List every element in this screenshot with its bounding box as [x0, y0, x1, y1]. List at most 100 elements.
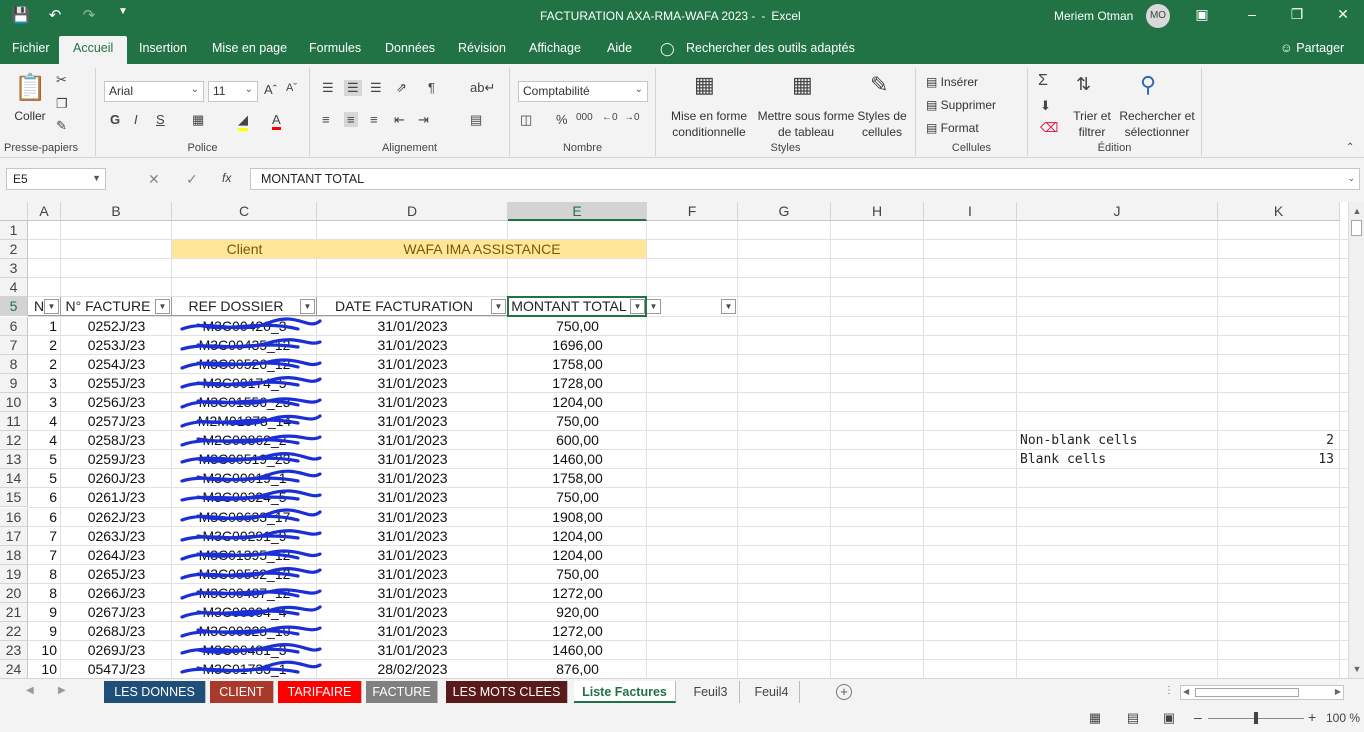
name-box[interactable]: E5 ▼: [6, 168, 106, 190]
collapse-ribbon-icon[interactable]: ⌃: [1346, 142, 1354, 153]
column-header-i[interactable]: I: [924, 202, 1017, 221]
undo-icon[interactable]: ↶: [44, 6, 66, 24]
currency-icon[interactable]: ◫: [520, 112, 532, 128]
cell-montant[interactable]: 750,00: [508, 488, 647, 507]
sheet-tab[interactable]: LES DONNES: [104, 681, 206, 703]
underline-button[interactable]: S: [156, 112, 165, 127]
column-header-a[interactable]: A: [28, 202, 61, 221]
close-icon[interactable]: ✕: [1333, 6, 1353, 23]
cell-n[interactable]: 5: [28, 469, 61, 488]
cell-montant[interactable]: 876,00: [508, 660, 647, 678]
cell-n[interactable]: 7: [28, 527, 61, 546]
stat-value[interactable]: 13: [1218, 450, 1334, 469]
cell-montant[interactable]: 1272,00: [508, 584, 647, 603]
italic-button[interactable]: I: [134, 112, 138, 127]
cell-date[interactable]: 31/01/2023: [317, 603, 508, 622]
cell-n[interactable]: 1: [28, 317, 61, 336]
copy-icon[interactable]: ❐: [56, 96, 68, 112]
row-header-22[interactable]: 22: [0, 622, 28, 641]
font-size-select[interactable]: 11 ⌄: [208, 81, 258, 102]
increase-font-icon[interactable]: Aˆ: [264, 82, 277, 97]
cancel-icon[interactable]: ✕: [148, 171, 160, 188]
cell-date[interactable]: 31/01/2023: [317, 527, 508, 546]
cell-facture[interactable]: 0255J/23: [61, 374, 172, 393]
insert-cells-button[interactable]: ▤ Insérer: [926, 74, 978, 90]
cell-n[interactable]: 8: [28, 584, 61, 603]
bold-button[interactable]: G: [110, 112, 120, 127]
next-sheet-icon[interactable]: ▶: [58, 685, 66, 696]
row-header-4[interactable]: 4: [0, 278, 28, 297]
cell-montant[interactable]: 1758,00: [508, 355, 647, 374]
zoom-out-icon[interactable]: –: [1194, 709, 1202, 725]
page-layout-icon[interactable]: ▤: [1124, 710, 1142, 726]
row-header-19[interactable]: 19: [0, 565, 28, 584]
increase-indent-icon[interactable]: ⇥: [418, 112, 429, 128]
cell-facture[interactable]: 0261J/23: [61, 488, 172, 507]
align-right-icon[interactable]: ≡: [370, 112, 378, 127]
conditional-format-button[interactable]: Mise en forme conditionnelle: [662, 108, 756, 140]
scroll-right-icon[interactable]: ▶: [1335, 687, 1341, 696]
scroll-left-icon[interactable]: ◀: [1183, 687, 1189, 696]
cell-facture[interactable]: 0252J/23: [61, 317, 172, 336]
cell-montant[interactable]: 750,00: [508, 317, 647, 336]
cell-date[interactable]: 31/01/2023: [317, 488, 508, 507]
column-header-h[interactable]: H: [831, 202, 924, 221]
column-header-g[interactable]: G: [738, 202, 831, 221]
cell-montant[interactable]: 1908,00: [508, 508, 647, 527]
cell-date[interactable]: 31/01/2023: [317, 450, 508, 469]
format-cells-button[interactable]: ▤ Format: [926, 120, 979, 136]
font-name-select[interactable]: Arial ⌄: [104, 81, 204, 102]
cell-date[interactable]: 31/01/2023: [317, 355, 508, 374]
cell-montant[interactable]: 1758,00: [508, 469, 647, 488]
table-header-3[interactable]: DATE FACTURATION: [317, 297, 508, 316]
vertical-scrollbar[interactable]: ▲ ▼: [1348, 202, 1364, 678]
cell-montant[interactable]: 1696,00: [508, 336, 647, 355]
cell-n[interactable]: 3: [28, 374, 61, 393]
lightbulb-icon[interactable]: ◯: [660, 41, 675, 57]
cell-facture[interactable]: 0269J/23: [61, 641, 172, 660]
cell-facture[interactable]: 0267J/23: [61, 603, 172, 622]
tab-insertion[interactable]: Insertion: [139, 41, 187, 55]
tab-formules[interactable]: Formules: [309, 41, 361, 55]
scroll-up-icon[interactable]: ▲: [1349, 206, 1364, 216]
cell-n[interactable]: 5: [28, 450, 61, 469]
row-header-9[interactable]: 9: [0, 374, 28, 393]
row-header-7[interactable]: 7: [0, 336, 28, 355]
increase-decimal-icon[interactable]: ←0: [602, 112, 618, 123]
rtl-icon[interactable]: ¶: [428, 80, 435, 95]
sort-filter-button[interactable]: Trier et filtrer: [1066, 108, 1118, 140]
row-header-20[interactable]: 20: [0, 584, 28, 603]
select-all-corner[interactable]: [0, 202, 28, 221]
hscroll-thumb[interactable]: [1195, 688, 1299, 697]
cell-n[interactable]: 8: [28, 565, 61, 584]
avatar[interactable]: MO: [1146, 4, 1170, 28]
enter-icon[interactable]: ✓: [186, 171, 198, 188]
stat-label[interactable]: Non-blank cells: [1020, 431, 1137, 450]
cell-date[interactable]: 31/01/2023: [317, 622, 508, 641]
cell-facture[interactable]: 0256J/23: [61, 393, 172, 412]
column-header-f[interactable]: F: [647, 202, 738, 221]
row-header-24[interactable]: 24: [0, 660, 28, 678]
row-header-14[interactable]: 14: [0, 469, 28, 488]
restore-icon[interactable]: ❐: [1287, 6, 1307, 23]
delete-cells-button[interactable]: ▤ Supprimer: [926, 97, 996, 113]
row-header-5[interactable]: 5: [0, 297, 28, 316]
cell-date[interactable]: 31/01/2023: [317, 374, 508, 393]
cell-montant[interactable]: 920,00: [508, 603, 647, 622]
cut-icon[interactable]: ✂: [56, 72, 67, 88]
merge-center-icon[interactable]: ▤: [470, 112, 482, 128]
tab-split-icon[interactable]: ⋮: [1164, 685, 1174, 696]
table-header-2[interactable]: REF DOSSIER: [172, 297, 317, 316]
format-as-table-icon[interactable]: ▦: [792, 72, 813, 98]
row-header-16[interactable]: 16: [0, 508, 28, 527]
cell-date[interactable]: 31/01/2023: [317, 336, 508, 355]
cell-date[interactable]: 31/01/2023: [317, 546, 508, 565]
cell-facture[interactable]: 0547J/23: [61, 660, 172, 678]
cell-date[interactable]: 31/01/2023: [317, 317, 508, 336]
tab-accueil[interactable]: Accueil: [59, 36, 128, 64]
paste-button[interactable]: Coller: [8, 108, 52, 124]
ribbon-display-icon[interactable]: ▣: [1192, 6, 1212, 23]
cell-n[interactable]: 9: [28, 622, 61, 641]
spreadsheet-grid[interactable]: ▲ ▼ A B C D E F G H I J K 1 2 3 4 5 6 7 8 9 10 11 12 13 14 15 16 17…: [0, 202, 1364, 678]
row-header-18[interactable]: 18: [0, 546, 28, 565]
